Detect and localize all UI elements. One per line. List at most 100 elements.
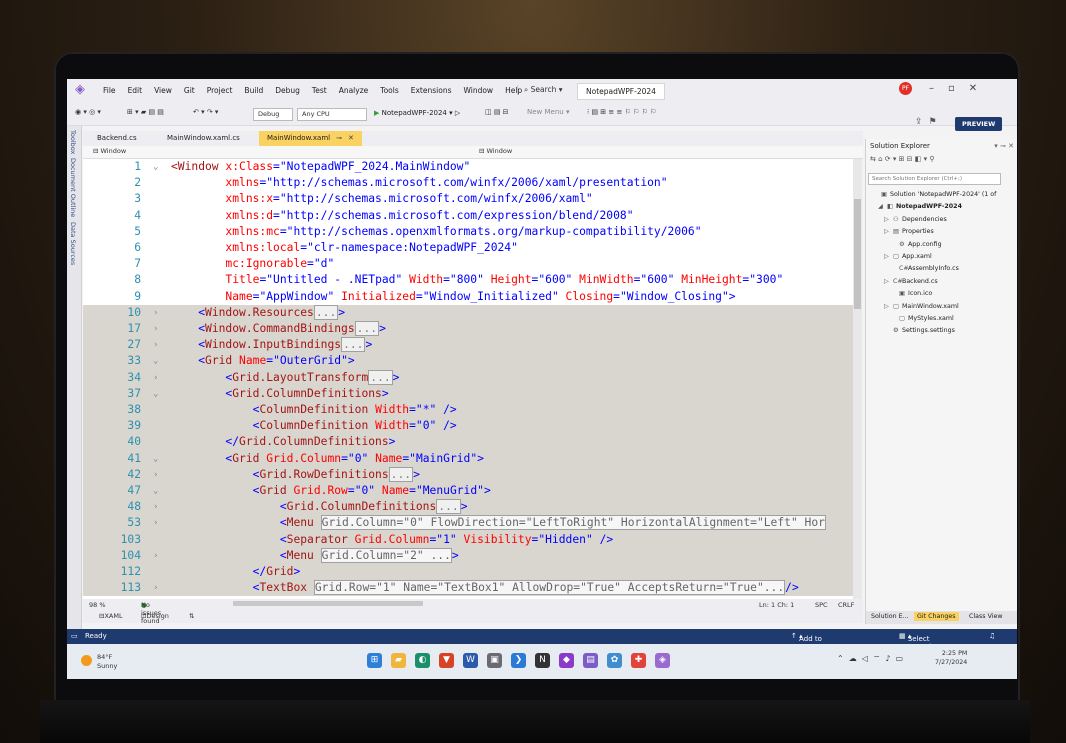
account-avatar[interactable]: PF <box>899 82 912 95</box>
code-line[interactable]: 27 › <Window.InputBindings... > <box>83 337 853 354</box>
solution-search-input[interactable]: Search Solution Explorer (Ctrl+;) <box>868 173 1001 185</box>
element-dropdown[interactable]: ⊟ Window <box>93 147 126 155</box>
preview-button[interactable]: PREVIEW <box>955 117 1003 131</box>
fold-toggle-icon[interactable]: ⌄ <box>153 159 158 175</box>
code-line[interactable]: 113 › <TextBox Grid.Row="1" Name="TextBox… <box>83 580 853 597</box>
search-button[interactable]: ⌕ Search ▾ <box>517 85 563 95</box>
menu-git[interactable]: Git <box>178 86 201 95</box>
code-line[interactable]: 17 › <Window.CommandBindings... > <box>83 321 853 338</box>
close-tab-icon[interactable]: ✕ <box>348 134 354 142</box>
expand-chevron-icon[interactable]: ▷ <box>884 253 893 260</box>
scroll-thumb[interactable] <box>854 199 861 309</box>
zoom-level[interactable]: 98 % <box>89 601 106 609</box>
fold-toggle-icon[interactable]: › <box>153 370 158 386</box>
solution-tree-item[interactable]: ▷ C#Backend.cs <box>884 278 938 285</box>
code-editor[interactable]: 1 ⌄ <Window x:Class="NotepadWPF_2024.MainW… <box>83 159 853 599</box>
code-line[interactable]: 9 Name="AppWindow" Initialized="Window_I… <box>83 289 853 305</box>
system-tray[interactable]: ⌃☁◁⌔♪▭ <box>837 654 908 664</box>
code-line[interactable]: 53 › <Menu Grid.Column="0" FlowDirection=… <box>83 515 853 532</box>
xaml-view-tab[interactable]: ⊟ XAML <box>99 612 123 620</box>
fold-toggle-icon[interactable]: › <box>153 321 158 337</box>
fold-toggle-icon[interactable]: › <box>153 337 158 353</box>
file-explorer-icon[interactable]: ▰ <box>391 653 406 668</box>
expand-chevron-icon[interactable]: ▷ <box>884 216 893 223</box>
fold-toggle-icon[interactable]: › <box>153 515 158 531</box>
brave-icon[interactable]: ▼ <box>439 653 454 668</box>
code-line[interactable]: 33 ⌄ <Grid Name="OuterGrid"> <box>83 353 853 370</box>
code-line[interactable]: 4 xmlns:d="http://schemas.microsoft.com/… <box>83 208 853 224</box>
select-repository-button[interactable]: ▦ Select Repository ▴ <box>899 632 945 651</box>
code-line[interactable]: 6 xmlns:local="clr-namespace:NotepadWPF_… <box>83 240 853 256</box>
code-line[interactable]: 38 <ColumnDefinition Width="*" /> <box>83 402 853 419</box>
collapsed-region[interactable]: ... <box>368 369 393 385</box>
code-line[interactable]: 8 Title="Untitled - .NETpad" Width="800"… <box>83 272 853 288</box>
code-line[interactable]: 5 xmlns:mc="http://schemas.openxmlformat… <box>83 224 853 240</box>
collapsed-region[interactable]: ... <box>436 499 461 515</box>
panel-controls-icon[interactable]: ▾ ⊸ ✕ <box>994 142 1014 150</box>
code-line[interactable]: 1 ⌄ <Window x:Class="NotepadWPF_2024.MainW… <box>83 159 853 175</box>
collapsed-region[interactable]: ... <box>354 321 380 336</box>
start-icon[interactable]: ⊞ <box>367 653 382 668</box>
menu-file[interactable]: File <box>97 86 122 95</box>
menu-build[interactable]: Build <box>238 86 269 95</box>
new-open-save-icons[interactable]: ⊞ ▾ ▰ ▤ ▤ <box>127 108 164 116</box>
fold-toggle-icon[interactable]: › <box>153 467 158 483</box>
solution-tree-item[interactable]: ⚙ App.config <box>890 241 942 248</box>
visual-studio-preview-icon[interactable]: ◈ <box>655 653 670 668</box>
collapsed-region[interactable]: ... <box>341 337 366 353</box>
solution-tree-item[interactable]: ▣ Icon.ico <box>890 290 932 297</box>
tab-class-view[interactable]: Class View <box>966 612 1006 621</box>
code-line[interactable]: 39 <ColumnDefinition Width="0" /> <box>83 418 853 435</box>
fold-toggle-icon[interactable]: ⌄ <box>153 451 158 467</box>
swap-panes-icon[interactable]: ⇅ <box>189 612 194 620</box>
toolbox-tab[interactable]: Toolbox <box>69 130 77 154</box>
fold-toggle-icon[interactable]: › <box>153 580 158 596</box>
pin-icon[interactable]: ⊸ <box>336 134 342 142</box>
fold-toggle-icon[interactable]: ⌄ <box>153 483 158 499</box>
solution-tree-item[interactable]: C#AssemblyInfo.cs <box>890 265 959 272</box>
vscode-icon[interactable]: ❯ <box>511 653 526 668</box>
expand-chevron-icon[interactable]: ▷ <box>884 278 893 285</box>
code-line[interactable]: 10 › <Window.Resources... > <box>83 304 853 321</box>
menu-test[interactable]: Test <box>306 86 333 95</box>
menu-edit[interactable]: Edit <box>122 86 149 95</box>
menu-window[interactable]: Window <box>457 86 499 95</box>
tab-solution-explorer[interactable]: Solution E... <box>868 612 912 621</box>
app3-icon[interactable]: ✚ <box>631 653 646 668</box>
app2-icon[interactable]: ✿ <box>607 653 622 668</box>
format-icons[interactable]: ⁝ ▤ ⊞ ≡ ≡ ⚐ ⚐ ⚐ ⚐ <box>587 108 656 116</box>
collapsed-attributes[interactable]: Grid.Column="2" ... <box>320 547 452 563</box>
menu-view[interactable]: View <box>148 86 178 95</box>
line-ending-indicator[interactable]: CRLF <box>838 601 854 609</box>
design-view-tab[interactable]: ⊡ Design <box>141 612 169 620</box>
member-dropdown[interactable]: ⊟ Window <box>479 147 512 155</box>
solution-tree-item[interactable]: ◢ ◧ NotepadWPF-2024 <box>878 203 962 210</box>
menu-extensions[interactable]: Extensions <box>405 86 458 95</box>
expand-chevron-icon[interactable]: ▷ <box>884 228 893 235</box>
menu-debug[interactable]: Debug <box>269 86 306 95</box>
new-menu-button[interactable]: New Menu ▾ <box>527 108 569 116</box>
menu-project[interactable]: Project <box>201 86 239 95</box>
code-line[interactable]: 40 </Grid.ColumnDefinitions> <box>83 434 853 451</box>
code-line[interactable]: 42 › <Grid.RowDefinitions... > <box>83 466 853 483</box>
menu-analyze[interactable]: Analyze <box>333 86 375 95</box>
code-line[interactable]: 34 › <Grid.LayoutTransform... > <box>83 369 853 386</box>
code-line[interactable]: 112 </Grid> <box>83 564 853 581</box>
data-sources-tab[interactable]: Data Sources <box>69 222 77 265</box>
config-dropdown[interactable]: Debug <box>253 108 293 121</box>
code-line[interactable]: 2 xmlns="http://schemas.microsoft.com/wi… <box>83 175 853 191</box>
code-line[interactable]: 48 › <Grid.ColumnDefinitions... > <box>83 499 853 516</box>
platform-dropdown[interactable]: Any CPU <box>297 108 367 121</box>
tab-backend-cs[interactable]: Backend.cs <box>89 131 145 146</box>
solution-explorer-toolbar[interactable]: ⇆ ⌂ ⟳ ▾ ⊞ ⊟ ◧ ▾ ⚲ <box>870 155 1014 167</box>
back-forward-icon[interactable]: ◉ ▾ ◎ ▾ <box>75 108 101 116</box>
maximize-icon[interactable]: ▫ <box>948 83 969 94</box>
code-line[interactable]: 104 › <Menu Grid.Column="2" ...> <box>83 547 853 564</box>
fold-toggle-icon[interactable]: ⌄ <box>153 353 158 369</box>
app-icon[interactable]: ▣ <box>487 653 502 668</box>
fold-toggle-icon[interactable]: › <box>153 305 158 321</box>
fold-toggle-icon[interactable]: ⌄ <box>153 386 158 402</box>
onenote-icon[interactable]: ▤ <box>583 653 598 668</box>
code-line[interactable]: 37 ⌄ <Grid.ColumnDefinitions> <box>83 385 853 402</box>
toolbar-tools-icons[interactable]: ◫ ▤ ⊟ <box>485 108 509 116</box>
